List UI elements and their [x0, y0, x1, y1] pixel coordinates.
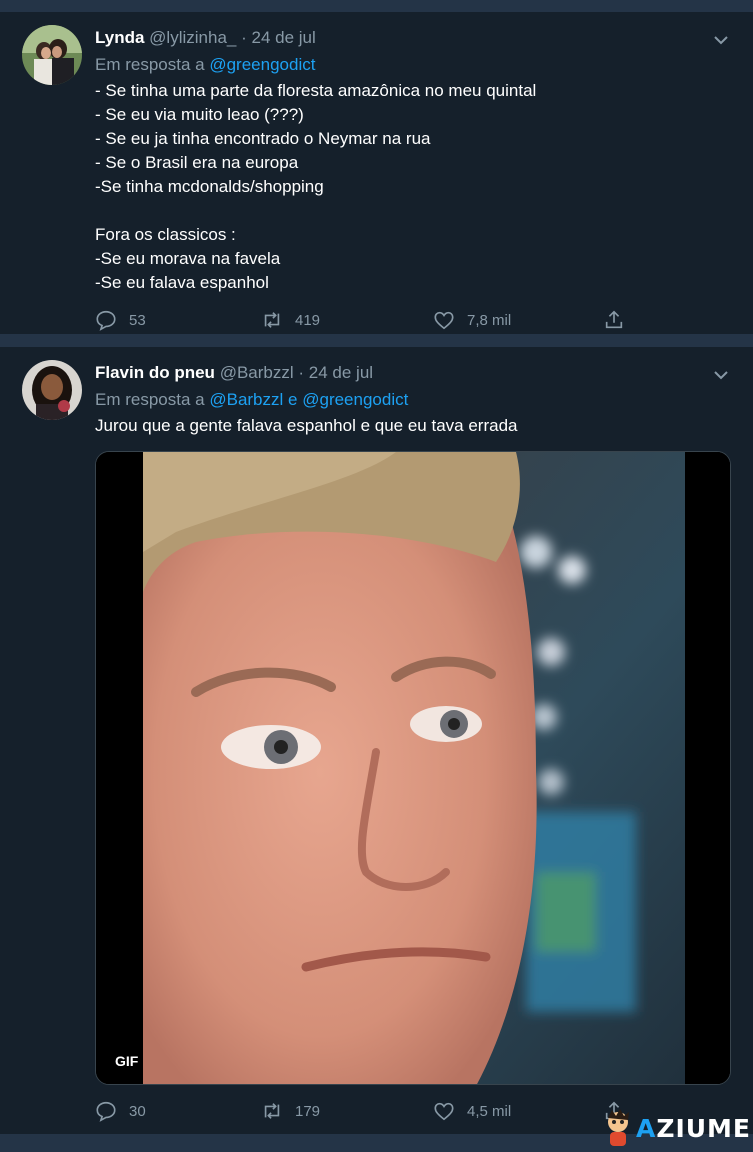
- like-icon: [434, 311, 454, 330]
- tweet-text: Jurou que a gente falava espanhol e que …: [95, 416, 518, 435]
- retweet-icon: [264, 312, 280, 328]
- like-count: 4,5 mil: [467, 1102, 512, 1120]
- reply-icon: [96, 310, 116, 331]
- gif-media[interactable]: GIF: [95, 451, 731, 1085]
- share-button[interactable]: [603, 308, 637, 332]
- tweet-header: Flavin do pneu @Barbzzl · 24 de jul: [95, 363, 373, 383]
- tweet-date[interactable]: 24 de jul: [309, 363, 373, 382]
- handle[interactable]: @lylizinha_: [149, 28, 236, 47]
- tweet[interactable]: Lynda @lylizinha_ · 24 de jul Em respost…: [0, 12, 753, 334]
- chevron-down-icon[interactable]: [713, 367, 729, 383]
- watermark-text: AZIUME: [635, 1113, 751, 1143]
- reply-context: Em resposta a @Barbzzl e @greengodict: [95, 390, 408, 410]
- reply-prefix: Em resposta a: [95, 55, 205, 74]
- tweet-date[interactable]: 24 de jul: [252, 28, 316, 47]
- reply-count: 30: [129, 1102, 146, 1120]
- tweet-text: - Se tinha uma parte da floresta amazôni…: [95, 81, 537, 292]
- reply-context: Em resposta a @greengodict: [95, 55, 315, 75]
- avatar[interactable]: [22, 25, 82, 85]
- reply-prefix: Em resposta a: [95, 390, 205, 409]
- like-icon: [434, 1102, 454, 1121]
- like-button[interactable]: 4,5 mil: [433, 1099, 511, 1123]
- handle[interactable]: @Barbzzl: [220, 363, 294, 382]
- mascot-icon: [607, 1109, 629, 1146]
- reply-joiner: e: [288, 390, 298, 409]
- gif-frame: [96, 452, 730, 1084]
- retweet-count: 419: [295, 311, 321, 329]
- tweet-actions: 30 179 4,5 mil: [95, 1099, 635, 1123]
- reply-button[interactable]: 30: [95, 1099, 146, 1123]
- reply-to-link[interactable]: @greengodict: [209, 55, 315, 74]
- avatar[interactable]: [22, 360, 82, 420]
- retweet-button[interactable]: 419: [261, 308, 320, 332]
- retweet-count: 179: [295, 1102, 321, 1120]
- tweet[interactable]: Flavin do pneu @Barbzzl · 24 de jul Em r…: [0, 347, 753, 1134]
- tweet-actions: 53 419 7,8 mil: [95, 308, 635, 332]
- tweet-header: Lynda @lylizinha_ · 24 de jul: [95, 28, 316, 48]
- reply-to-link[interactable]: @Barbzzl: [209, 390, 283, 409]
- reply-count: 53: [129, 311, 146, 329]
- like-button[interactable]: 7,8 mil: [433, 308, 511, 332]
- like-count: 7,8 mil: [467, 311, 512, 329]
- reply-icon: [96, 1101, 116, 1122]
- share-icon: [605, 310, 623, 329]
- retweet-button[interactable]: 179: [261, 1099, 320, 1123]
- display-name[interactable]: Lynda: [95, 28, 144, 47]
- aziume-watermark: AZIUME: [600, 1108, 751, 1148]
- reply-button[interactable]: 53: [95, 308, 146, 332]
- display-name[interactable]: Flavin do pneu: [95, 363, 215, 382]
- separator: ·: [241, 28, 247, 47]
- gif-badge: GIF: [110, 1050, 144, 1072]
- reply-to-link-2[interactable]: @greengodict: [302, 390, 408, 409]
- retweet-icon: [264, 1103, 280, 1119]
- chevron-down-icon[interactable]: [713, 32, 729, 48]
- separator: ·: [298, 363, 305, 382]
